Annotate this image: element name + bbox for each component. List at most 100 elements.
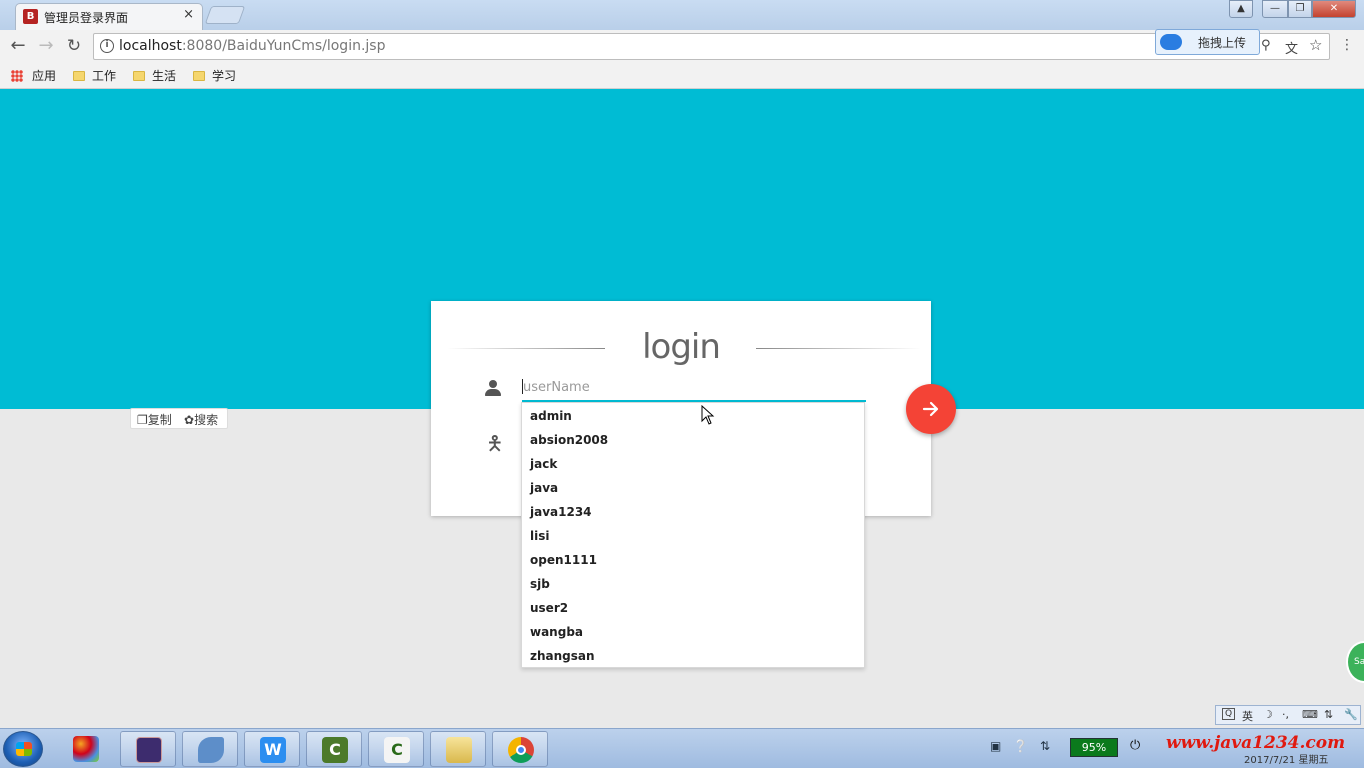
battery-indicator[interactable]: 95% [1070, 738, 1118, 757]
folder-icon [446, 737, 472, 763]
reload-icon[interactable]: ↻ [62, 35, 86, 59]
info-icon[interactable]: i [100, 39, 114, 53]
moon-icon[interactable]: ☽ [1263, 708, 1273, 721]
taskbar-mysql[interactable] [182, 731, 238, 767]
bookmark-label: 学习 [212, 69, 237, 83]
minimize-button[interactable]: — [1262, 0, 1288, 18]
autocomplete-item[interactable]: lisi [530, 529, 549, 543]
taskbar-camtasia-2[interactable]: C [368, 731, 424, 767]
settings-icon[interactable]: ⇅ [1324, 708, 1333, 721]
autocomplete-item[interactable]: zhangsan [530, 649, 595, 663]
tab-login[interactable]: B 管理员登录界面 × [15, 3, 203, 30]
taskbar: W C C ▣ ❔ ⇅ 95% ⏻ www.java1234.com 2017/… [0, 728, 1364, 768]
watermark-text: www.java1234.com [1166, 733, 1346, 753]
camtasia-icon: C [384, 737, 410, 763]
folder-icon [133, 71, 145, 81]
wrench-icon[interactable]: 🔧 [1344, 708, 1358, 721]
ime-logo-icon[interactable]: Q [1222, 708, 1236, 720]
windows-logo-icon [16, 742, 32, 756]
translate-icon[interactable]: 文 [1285, 38, 1298, 57]
autocomplete-item[interactable]: absion2008 [530, 433, 608, 447]
eclipse-icon [136, 737, 162, 763]
autocomplete-item[interactable]: sjb [530, 577, 550, 591]
forward-icon[interactable]: → [34, 35, 58, 59]
arrow-right-icon [922, 401, 939, 417]
help-icon[interactable]: ❔ [1013, 739, 1028, 753]
bookmark-study[interactable]: 学习 [193, 67, 236, 84]
tray-expand-icon[interactable]: ⇅ [1040, 739, 1050, 753]
power-plug-icon[interactable]: ⏻ [1130, 738, 1140, 753]
user-profile-button[interactable]: ▲ [1229, 0, 1253, 18]
login-title: login [642, 327, 721, 367]
browser-toolbar: ← → ↻ i localhost:8080/BaiduYunCms/login… [0, 29, 1364, 63]
star-icon[interactable]: ☆ [1309, 36, 1322, 54]
clock-date[interactable]: 2017/7/21 星期五 [1244, 751, 1328, 766]
ime-toolbar: Q 英 ☽ ·, ⌨ ⇅ 🔧 [1215, 705, 1361, 725]
address-bar[interactable]: i localhost:8080/BaiduYunCms/login.jsp 拖… [93, 29, 1330, 60]
url-host: localhost [119, 38, 182, 54]
menu-icon[interactable]: ⋮ [1340, 37, 1354, 53]
bookmark-apps[interactable]: 应用 [11, 67, 56, 84]
autocomplete-item[interactable]: admin [530, 409, 572, 423]
bookmarks-bar: 应用 工作 生活 学习 [0, 63, 1364, 89]
start-button[interactable] [3, 731, 43, 767]
tab-title: 管理员登录界面 [44, 11, 129, 25]
user-icon [484, 379, 502, 397]
bookmark-work[interactable]: 工作 [73, 67, 116, 84]
copy-label: 复制 [147, 413, 172, 427]
tray-app-icon[interactable]: ▣ [990, 739, 1001, 753]
baidu-cloud-icon [1160, 34, 1182, 50]
mouse-cursor-icon [701, 405, 715, 425]
title-divider-right [756, 348, 921, 349]
wps-icon: W [260, 737, 286, 763]
tab-close-icon[interactable]: × [183, 7, 194, 22]
dolphin-icon [198, 737, 224, 763]
username-input[interactable] [522, 374, 866, 402]
bookmark-life[interactable]: 生活 [133, 67, 176, 84]
bookmark-label: 工作 [92, 69, 117, 83]
page-content: ❐复制 ✿搜索 login 🯅 admin absion2008 jack ja… [0, 89, 1364, 727]
folder-icon [193, 71, 205, 81]
copy-button[interactable]: ❐复制 [137, 411, 172, 428]
autocomplete-item[interactable]: java1234 [530, 505, 592, 519]
keyboard-icon[interactable]: ⌨ [1302, 708, 1318, 721]
camtasia-icon: C [322, 737, 348, 763]
autocomplete-item[interactable]: open1111 [530, 553, 597, 567]
favicon-icon: B [23, 9, 38, 24]
search-label: 搜索 [194, 413, 219, 427]
taskbar-javaee-ide[interactable] [120, 731, 176, 767]
taskbar-explorer[interactable] [430, 731, 486, 767]
search-button[interactable]: ✿搜索 [184, 411, 218, 428]
taskbar-chrome[interactable] [492, 731, 548, 767]
title-bar: B 管理员登录界面 × ▲ — ❐ ✕ [0, 0, 1364, 30]
url-text[interactable]: localhost:8080/BaiduYunCms/login.jsp [119, 38, 385, 54]
punctuation-icon[interactable]: ·, [1282, 708, 1289, 721]
bookmark-label: 应用 [32, 69, 57, 83]
text-caret [522, 379, 523, 394]
autocomplete-item[interactable]: wangba [530, 625, 583, 639]
close-window-button[interactable]: ✕ [1312, 0, 1356, 18]
floating-assistant-icon[interactable]: Sa [1346, 641, 1364, 683]
autocomplete-item[interactable]: jack [530, 457, 557, 471]
taskbar-camtasia-1[interactable]: C [306, 731, 362, 767]
login-submit-button[interactable] [906, 384, 956, 434]
folder-icon [73, 71, 85, 81]
maximize-button[interactable]: ❐ [1288, 0, 1312, 18]
accessibility-icon: 🯅 [486, 431, 504, 455]
bookmark-label: 生活 [152, 69, 177, 83]
baidu-upload-extension[interactable]: 拖拽上传 [1155, 29, 1260, 55]
autocomplete-item[interactable]: java [530, 481, 558, 495]
tray-icons: ▣ ❔ ⇅ [990, 739, 1050, 753]
apps-icon [11, 70, 23, 82]
key-icon[interactable]: ⚲ [1261, 38, 1271, 53]
back-icon[interactable]: ← [6, 35, 30, 59]
baidu-upload-label: 拖拽上传 [1198, 36, 1247, 50]
taskbar-wps[interactable]: W [244, 731, 300, 767]
new-tab-button[interactable] [204, 6, 246, 24]
ime-language[interactable]: 英 [1242, 708, 1253, 724]
autocomplete-item[interactable]: user2 [530, 601, 568, 615]
username-autocomplete-list: admin absion2008 jack java java1234 lisi… [521, 402, 865, 668]
url-path: :8080/BaiduYunCms/login.jsp [181, 38, 386, 54]
taskbar-app-1[interactable] [58, 731, 114, 767]
color-app-icon [73, 736, 99, 762]
